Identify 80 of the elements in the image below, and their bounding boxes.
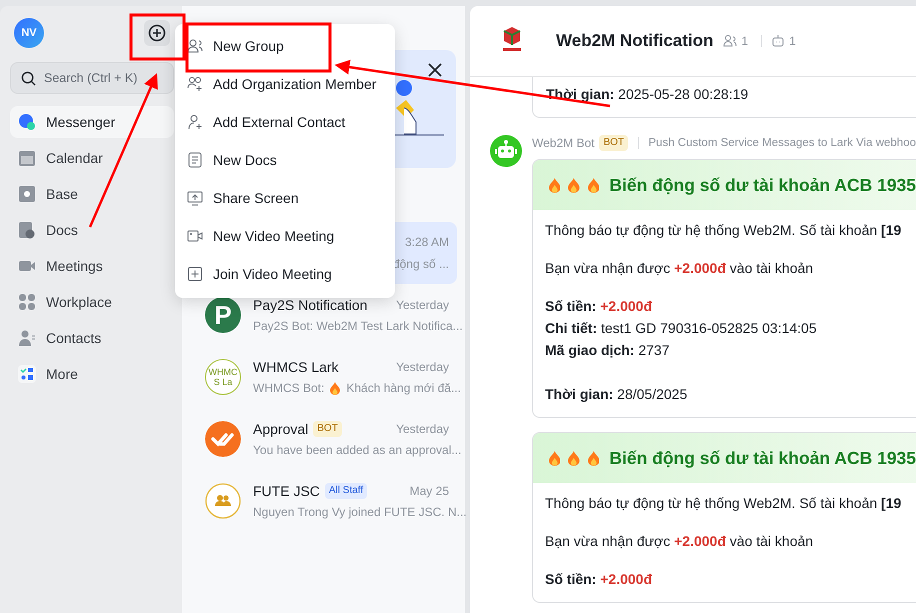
chat-name: FUTE JSC	[253, 483, 320, 499]
chat-time: 3:28 AM	[404, 235, 449, 249]
flame-icon	[568, 450, 580, 466]
menu-item[interactable]: Add Organization Member	[175, 65, 395, 103]
nav-item[interactable]: Calendar	[10, 142, 174, 174]
search-icon	[21, 71, 36, 86]
flame-icon	[549, 176, 560, 194]
nav-item[interactable]: Base	[10, 178, 174, 210]
menu-item[interactable]: Share Screen	[175, 179, 395, 217]
plus-square-icon	[187, 266, 203, 282]
approval-avatar-icon	[205, 421, 241, 457]
screen-share-icon	[187, 190, 203, 206]
message-line: Số tiền: +2.000đ	[545, 297, 653, 316]
calendar-icon	[18, 149, 36, 167]
person-add-icon	[187, 114, 203, 130]
chat-name: WHMCS Lark	[253, 359, 339, 375]
nav-item[interactable]: Workplace	[10, 286, 174, 318]
sender-description: Push Custom Service Messages to Lark Via webhoo	[648, 137, 916, 149]
chat-time: Yesterday	[396, 298, 449, 312]
robot-avatar-icon	[490, 135, 522, 167]
member-count: 1	[741, 34, 748, 48]
chat-preview: You have been added as an approval...	[253, 443, 462, 457]
chat-time: Yesterday	[396, 422, 449, 436]
sender-name: Web2M Bot	[532, 136, 594, 150]
message-line: Bạn vừa nhận được +2.000đ vào tài khoản	[545, 532, 814, 551]
message-line: Thông báo tự động từ hệ thống Web2M. Số tài khoản [19	[545, 221, 902, 240]
menu-item[interactable]: Add External Contact	[175, 103, 395, 141]
bot-count: 1	[789, 34, 796, 48]
messenger-icon	[18, 113, 36, 131]
card-title: Biến động số dư tài khoản ACB 1935	[609, 448, 916, 468]
message-line: Mã giao dịch: 2737	[545, 341, 670, 360]
group-avatar-icon	[205, 483, 241, 519]
chat-avatar: WHMC S La	[205, 359, 241, 395]
members-icon	[723, 34, 738, 48]
message-line: Thời gian: 28/05/2025	[545, 385, 688, 404]
flame-icon	[549, 450, 560, 466]
contacts-icon	[18, 329, 36, 347]
people-add-icon	[187, 76, 203, 92]
chat-name: Approval	[253, 421, 308, 437]
chat-preview: Khách hàng mới đă...	[346, 381, 461, 395]
message-line: Bạn vừa nhận được +2.000đ vào tài khoản	[545, 259, 814, 278]
message-line: Chi tiết: test1 GD 790316-052825 03:14:05	[545, 319, 818, 338]
menu-item[interactable]: New Video Meeting	[175, 217, 395, 255]
card-title: Biến động số dư tài khoản ACB 1935	[609, 174, 916, 196]
chat-avatar: P	[205, 297, 241, 333]
video-camera-icon	[187, 228, 203, 244]
search-field[interactable]: Search (Ctrl + K)	[10, 62, 174, 94]
chat-preview: Pay2S Bot: Web2M Test Lark Notifica...	[253, 319, 463, 333]
bot-icon	[771, 34, 786, 48]
message-line: Thông báo tự động từ hệ thống Web2M. Số tài khoản [19	[545, 494, 902, 513]
menu-item[interactable]: New Group	[175, 27, 395, 65]
people-icon	[187, 38, 203, 54]
workplace-icon	[18, 293, 36, 311]
flame-icon	[588, 450, 600, 466]
nav-item[interactable]: Meetings	[10, 250, 174, 282]
chat-tag: BOT	[313, 421, 342, 437]
more-icon	[18, 365, 36, 383]
flame-icon	[588, 176, 600, 194]
nav-item[interactable]: More	[10, 358, 174, 390]
bot-tag: BOT	[599, 135, 628, 151]
chat-preview: Nguyen Trong Vy joined FUTE JSC. N...	[253, 505, 467, 519]
chat-name: Pay2S Notification	[253, 297, 368, 313]
menu-item[interactable]: New Docs	[175, 141, 395, 179]
flame-icon	[568, 176, 580, 194]
nav-item[interactable]: Contacts	[10, 322, 174, 354]
chat-title: Web2M Notification	[556, 31, 714, 51]
chat-time: May 25	[410, 484, 449, 498]
flame-icon	[330, 382, 340, 394]
menu-item[interactable]: Join Video Meeting	[175, 255, 395, 293]
message-line: Số tiền: +2.000đ	[545, 570, 653, 589]
chat-time: Yesterday	[396, 360, 449, 374]
docs-icon	[18, 221, 36, 239]
chat-tag: All Staff	[324, 483, 368, 499]
create-button[interactable]	[144, 20, 170, 46]
chat-preview: WHMCS Bot:	[253, 381, 324, 395]
close-icon[interactable]	[428, 63, 442, 77]
nav-item[interactable]: Docs	[10, 214, 174, 246]
document-icon	[187, 152, 203, 168]
base-icon	[18, 185, 36, 203]
nav-item[interactable]: Messenger	[10, 106, 174, 138]
